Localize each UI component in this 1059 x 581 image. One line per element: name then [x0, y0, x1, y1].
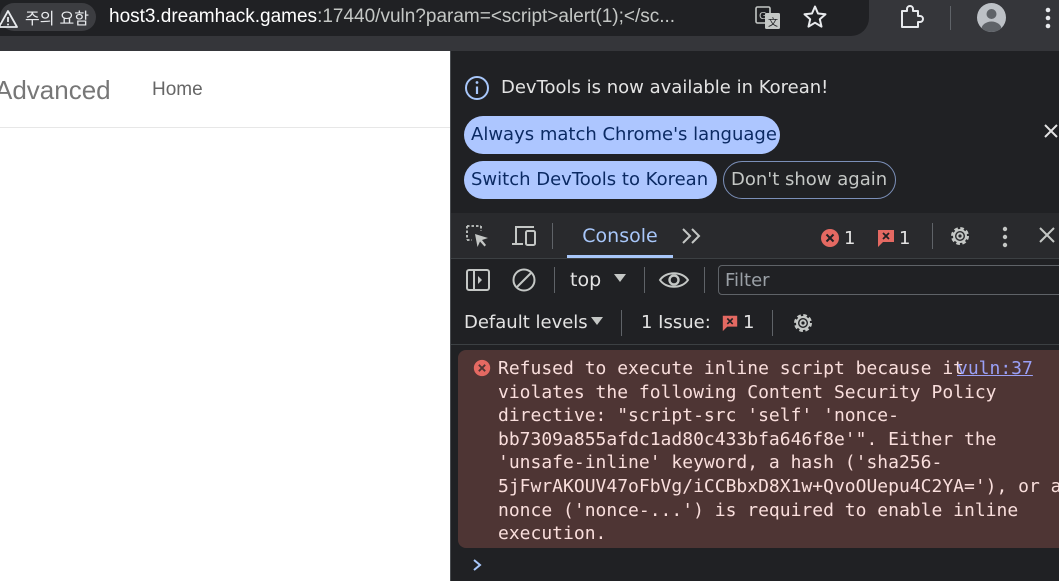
error-line: 5jFwrAKOUV47oFbVg/iCCBbxD8X1w+QvoOUepu4C… — [498, 475, 1059, 497]
close-icon[interactable] — [1037, 225, 1057, 245]
profile-avatar[interactable] — [977, 3, 1006, 32]
bookmark-star-icon[interactable] — [802, 4, 828, 30]
error-circle-icon[interactable] — [819, 227, 841, 249]
navbar-brand[interactable]: Advanced — [0, 75, 111, 105]
browser-menu-icon[interactable] — [1042, 4, 1054, 32]
clear-console-icon[interactable] — [511, 267, 537, 293]
log-levels-dropdown[interactable]: Default levels — [464, 311, 588, 335]
issues-count[interactable]: 1 — [743, 311, 754, 335]
always-match-language-button[interactable]: Always match Chrome's language — [464, 116, 780, 154]
language-infobar: DevTools is now available in Korean! Alw… — [451, 51, 1059, 213]
chevron-down-icon[interactable] — [613, 273, 627, 283]
toolbar-divider — [644, 267, 645, 293]
tab-console[interactable]: Console — [567, 213, 673, 258]
dont-show-again-button[interactable]: Don't show again — [723, 161, 896, 199]
tabbar-divider — [932, 223, 933, 249]
translate-icon[interactable]: G 文 — [754, 5, 782, 31]
error-line: execution. — [498, 523, 607, 545]
kebab-menu-icon[interactable] — [999, 224, 1011, 250]
issue-flag-icon[interactable] — [721, 314, 739, 332]
error-line: directive: "script-src 'self' 'nonce- — [498, 405, 899, 427]
gear-icon[interactable] — [790, 310, 816, 336]
error-source-link[interactable]: vuln:37 — [957, 357, 1033, 381]
svg-text:文: 文 — [768, 16, 778, 29]
device-toolbar-icon[interactable] — [510, 224, 538, 248]
devtools-tabbar: Console 1 1 — [451, 213, 1059, 259]
issues-link[interactable]: 1 Issue: — [641, 311, 711, 335]
sidebar-toggle-icon[interactable] — [465, 268, 491, 292]
security-chip[interactable]: 주의 요함 — [0, 3, 96, 31]
console-toolbar: top — [451, 259, 1059, 301]
switch-to-korean-button[interactable]: Switch DevTools to Korean — [464, 161, 717, 199]
infobar-message: DevTools is now available in Korean! — [501, 77, 829, 98]
web-page: Advanced Home — [0, 51, 450, 581]
address-bar[interactable]: 주의 요함 host3.dreamhack.games:17440/vuln?p… — [0, 0, 869, 36]
filter-input[interactable] — [718, 265, 1059, 295]
url-text[interactable]: host3.dreamhack.games:17440/vuln?param=<… — [109, 6, 675, 28]
error-line: 'unsafe-inline' keyword, a hash ('sha256… — [498, 452, 943, 474]
error-count[interactable]: 1 — [844, 228, 855, 250]
error-circle-icon — [473, 359, 491, 377]
toolbar-divider — [554, 267, 555, 293]
context-selector[interactable]: top — [570, 268, 601, 292]
error-line: nonce ('nonce-...') is required to enabl… — [498, 499, 1019, 521]
warning-icon — [0, 10, 18, 28]
console-error-message: Refused to execute inline script because… — [458, 350, 1059, 548]
console-output: Refused to execute inline script because… — [451, 345, 1059, 581]
error-line: Refused to execute inline script because… — [498, 358, 964, 379]
tabbar-divider — [552, 223, 553, 249]
toolbar-divider — [772, 310, 773, 336]
close-icon[interactable] — [1043, 123, 1059, 139]
issue-flag-icon[interactable] — [876, 228, 896, 248]
toolbar-divider — [950, 6, 951, 30]
url-host: host3.dreamhack.games — [109, 6, 318, 27]
toolbar-divider — [621, 310, 622, 336]
gear-icon[interactable] — [947, 223, 973, 249]
prompt-chevron-icon[interactable] — [471, 557, 483, 573]
issue-count[interactable]: 1 — [899, 228, 910, 250]
nav-link-home[interactable]: Home — [152, 79, 203, 101]
chevron-down-icon[interactable] — [590, 316, 604, 326]
more-tabs-chevron-icon[interactable] — [680, 225, 704, 247]
eye-icon[interactable] — [658, 268, 690, 292]
security-chip-label: 주의 요함 — [25, 9, 89, 28]
info-icon — [465, 76, 489, 100]
console-levels-bar: Default levels 1 Issue: 1 — [451, 301, 1059, 345]
error-message-text: Refused to execute inline script because… — [498, 357, 1059, 546]
navbar: Advanced Home — [0, 51, 450, 128]
devtools-panel: DevTools is now available in Korean! Alw… — [450, 51, 1059, 581]
extensions-puzzle-icon[interactable] — [897, 3, 925, 31]
inspect-element-icon[interactable] — [465, 224, 491, 250]
browser-toolbar: 주의 요함 host3.dreamhack.games:17440/vuln?p… — [0, 0, 1059, 51]
error-line: bb7309a855afdc1ad80c433bfa646f8e'". Eith… — [498, 428, 997, 450]
error-line: violates the following Content Security … — [498, 381, 997, 403]
toolbar-divider — [704, 267, 705, 293]
url-path: :17440/vuln?param=<script>alert(1);</sc.… — [317, 6, 676, 27]
active-tab-indicator — [567, 255, 673, 258]
